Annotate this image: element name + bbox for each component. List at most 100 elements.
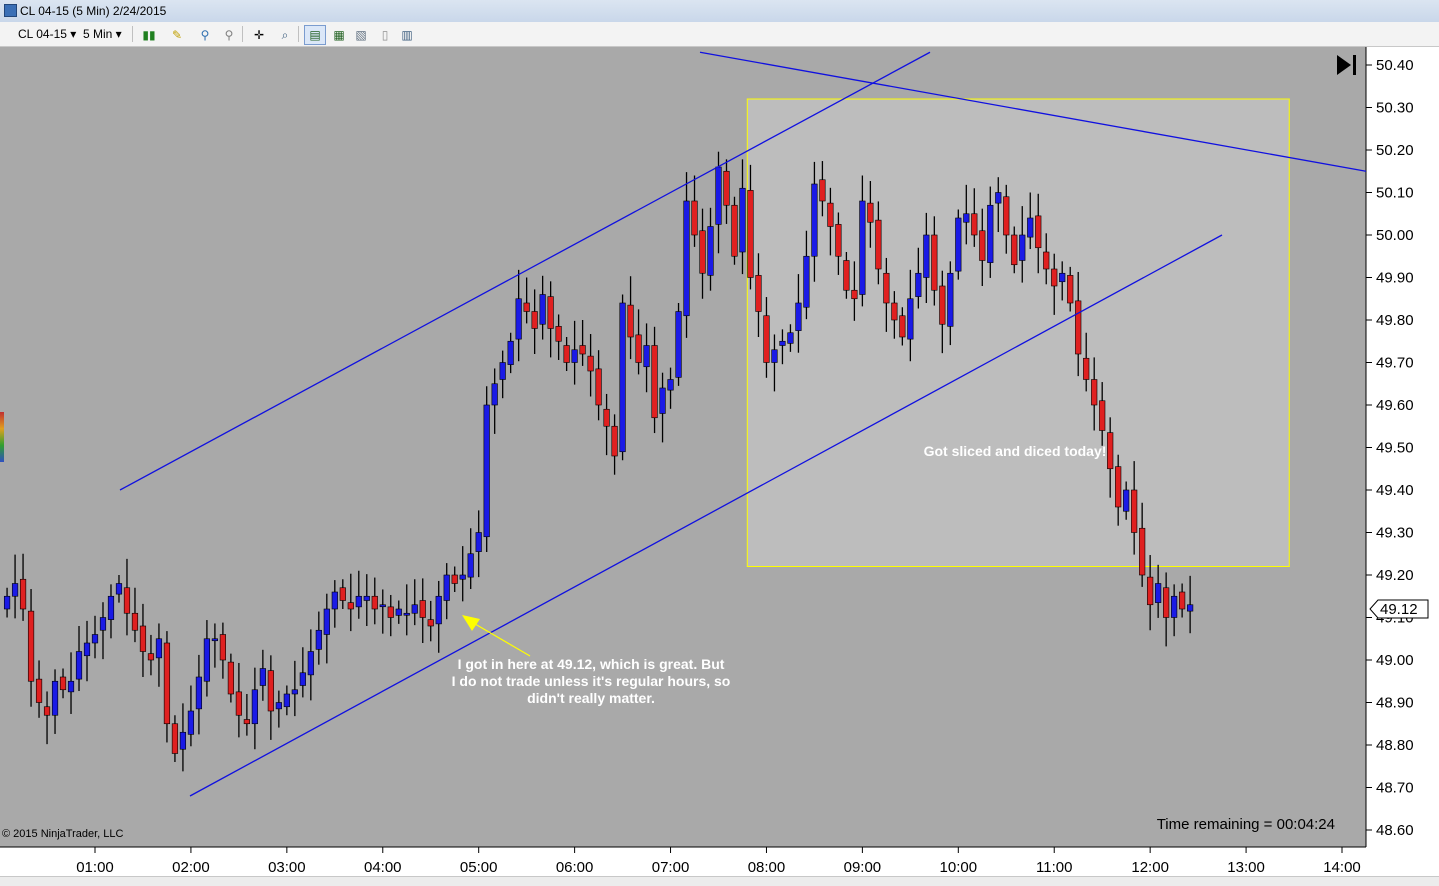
down-candle: [587, 355, 594, 372]
up-candle: [923, 234, 930, 278]
up-candle: [75, 651, 83, 680]
up-candle: [963, 213, 970, 223]
down-candle: [603, 408, 610, 427]
up-candle: [947, 272, 954, 327]
x-tick-label: 09:00: [844, 859, 882, 876]
down-candle: [339, 587, 346, 601]
up-candle: [1027, 217, 1034, 238]
up-candle: [411, 604, 418, 614]
up-candle: [811, 183, 818, 257]
x-tick-label: 05:00: [460, 859, 498, 876]
down-candle: [691, 200, 698, 236]
down-candle: [1147, 576, 1154, 606]
up-candle: [507, 340, 514, 365]
down-candle: [843, 260, 850, 291]
y-tick-label: 49.80: [1376, 312, 1414, 329]
down-candle: [851, 289, 858, 300]
x-tick-label: 04:00: [364, 859, 402, 876]
up-candle: [107, 595, 115, 620]
x-tick-label: 12:00: [1131, 859, 1169, 876]
x-tick-label: 14:00: [1323, 859, 1361, 876]
y-tick-label: 49.50: [1376, 440, 1414, 457]
strategies-icon[interactable]: ▧: [350, 25, 372, 45]
down-candle: [731, 204, 738, 257]
properties-icon[interactable]: ▯: [374, 25, 396, 45]
up-candle: [795, 302, 802, 331]
up-candle: [803, 255, 810, 308]
indicators-icon[interactable]: ▦: [328, 25, 350, 45]
y-tick-label: 49.90: [1376, 270, 1414, 287]
down-candle: [219, 634, 226, 661]
up-candle: [315, 629, 322, 650]
up-candle: [515, 298, 522, 340]
up-candle: [491, 383, 498, 406]
y-tick-label: 49.20: [1376, 567, 1414, 584]
up-candle: [275, 702, 282, 710]
interval-label: 5 Min: [83, 27, 113, 41]
y-tick-label: 50.30: [1376, 100, 1414, 117]
up-candle: [291, 689, 298, 695]
down-candle: [979, 230, 986, 261]
x-tick-label: 06:00: [556, 859, 594, 876]
price-chart[interactable]: 50.40 50.30 50.20 50.10 50.00 49.90 49.80 49.70…: [0, 47, 1439, 885]
zoom-icon[interactable]: ⌕: [274, 25, 296, 45]
up-candle: [955, 217, 962, 272]
down-candle: [555, 326, 562, 342]
toolbar-divider: [242, 26, 243, 42]
copyright-label: © 2015 NinjaTrader, LLC: [2, 828, 123, 840]
up-candle: [211, 638, 219, 642]
down-candle: [243, 719, 250, 725]
down-candle: [531, 311, 538, 329]
down-candle: [611, 425, 618, 457]
up-candle: [499, 362, 506, 380]
down-candle: [827, 202, 834, 227]
up-candle: [987, 204, 994, 263]
chart-style-icon[interactable]: ▤: [304, 25, 326, 45]
down-candle: [419, 600, 426, 618]
up-candle: [667, 379, 674, 391]
x-tick-label: 13:00: [1227, 859, 1265, 876]
down-candle: [651, 345, 658, 419]
y-tick-label: 49.40: [1376, 482, 1414, 499]
up-candle: [187, 710, 195, 735]
down-candle: [19, 578, 27, 610]
down-candle: [387, 606, 394, 618]
down-candle: [163, 642, 171, 725]
down-candle: [819, 179, 826, 202]
interval-selector[interactable]: 5 Min ▾: [83, 26, 122, 42]
up-candle: [299, 672, 306, 686]
down-candle: [1091, 379, 1098, 406]
chart-toolbar: CL 04-15 ▾ 5 Min ▾ ▮▮ ✎ ⚲ ⚲ ✛ ⌕ ▤ ▦ ▧ ▯ …: [0, 22, 1439, 47]
data-box-icon[interactable]: ▥: [396, 25, 418, 45]
down-candle: [451, 574, 458, 584]
y-tick-label: 50.40: [1376, 57, 1414, 74]
up-candle: [715, 166, 722, 225]
drawing-tool-icon[interactable]: ✎: [166, 25, 188, 45]
up-candle: [787, 332, 794, 344]
instrument-selector[interactable]: CL 04-15 ▾: [18, 26, 76, 42]
down-candle: [1083, 357, 1090, 380]
down-candle: [139, 625, 147, 652]
chart-canvas[interactable]: 50.40 50.30 50.20 50.10 50.00 49.90 49.80 49.70…: [0, 47, 1439, 877]
bar-type-icon[interactable]: ▮▮: [138, 25, 160, 45]
y-tick-label: 48.90: [1376, 695, 1414, 712]
attach-icon[interactable]: ⚲: [194, 25, 216, 45]
up-candle: [459, 574, 466, 580]
window-titlebar: CL 04-15 (5 Min) 2/24/2015: [0, 0, 1439, 23]
annotation-entry-note: didn't really matter.: [527, 690, 655, 706]
down-candle: [27, 610, 35, 682]
up-candle: [99, 617, 107, 631]
up-candle: [907, 298, 914, 340]
down-candle: [523, 302, 530, 312]
pin-icon[interactable]: ⚲: [218, 25, 240, 45]
order-flag-indicator: [0, 412, 4, 462]
down-candle: [875, 219, 882, 270]
crosshair-icon[interactable]: ✛: [248, 25, 270, 45]
down-candle: [59, 676, 67, 691]
up-candle: [3, 595, 11, 610]
up-candle: [619, 302, 626, 453]
up-candle: [11, 583, 19, 597]
down-candle: [899, 315, 906, 338]
up-candle: [51, 680, 59, 716]
up-candle: [307, 651, 314, 676]
